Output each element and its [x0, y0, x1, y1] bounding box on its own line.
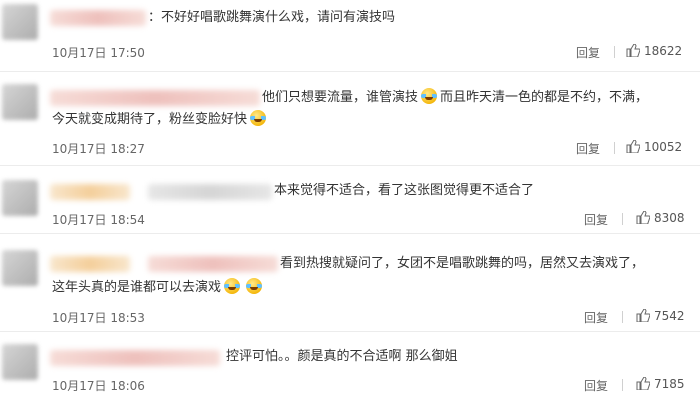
like-button[interactable]: 7542 [636, 309, 685, 323]
comment-text: 看到热搜就疑问了，女团不是唱歌跳舞的吗，居然又去演戏了， [280, 256, 645, 271]
avatar[interactable] [2, 84, 38, 120]
comment-text-line2: 这年头真的是谁都可以去演戏 [52, 278, 265, 298]
like-count: 18622 [644, 44, 683, 58]
comment-time: 10月17日 17:50 [52, 46, 145, 60]
comment-text-part: 今天就变成期待了，粉丝变脸好快 [52, 112, 248, 127]
username-blurred[interactable] [50, 90, 260, 106]
like-count: 7542 [654, 309, 685, 323]
like-button[interactable]: 18622 [626, 44, 682, 58]
comment-time: 10月17日 18:27 [52, 142, 145, 156]
divider [622, 311, 623, 323]
like-count: 7185 [654, 377, 685, 391]
comment-text-part: 他们只想要流量，谁管演技 [262, 90, 419, 105]
username-blurred[interactable] [148, 256, 278, 272]
comment-text: 本来觉得不适合，看了这张图觉得更不适合了 [274, 183, 535, 198]
divider [622, 379, 623, 391]
laughing-tears-emoji-icon [421, 88, 438, 104]
avatar[interactable] [2, 4, 38, 40]
thumbs-up-icon [636, 377, 650, 390]
avatar[interactable] [2, 180, 38, 216]
like-button[interactable]: 8308 [636, 211, 685, 225]
reply-button[interactable]: 回复 [584, 377, 608, 394]
thumbs-up-icon [636, 211, 650, 224]
like-button[interactable]: 7185 [636, 377, 685, 391]
comment-text-line2: 今天就变成期待了，粉丝变脸好快 [52, 110, 269, 130]
laughing-tears-emoji-icon [250, 110, 267, 126]
comment-item: 本来觉得不适合，看了这张图觉得更不适合了 10月17日 18:54 回复 830… [0, 166, 700, 234]
username-blurred[interactable] [50, 256, 130, 272]
avatar[interactable] [2, 250, 38, 286]
reply-button[interactable]: 回复 [584, 309, 608, 326]
comment-time: 10月17日 18:54 [52, 213, 145, 227]
like-count: 10052 [644, 140, 683, 154]
comment-item: 他们只想要流量，谁管演技 而且昨天清一色的都是不约，不满， 今天就变成期待了，粉丝… [0, 72, 700, 166]
comment-item: 控评可怕。。颜是真的不合适啊 那么御姐 10月17日 18:06 回复 7185 [0, 332, 700, 405]
divider [614, 46, 615, 58]
comment-text-part: 这年头真的是谁都可以去演戏 [52, 280, 222, 295]
comment-text: 他们只想要流量，谁管演技 而且昨天清一色的都是不约，不满， [262, 88, 648, 108]
divider [614, 142, 615, 154]
comment-text-part: 而且昨天清一色的都是不约，不满， [440, 90, 649, 105]
like-count: 8308 [654, 211, 685, 225]
avatar[interactable] [2, 344, 38, 380]
divider [622, 213, 623, 225]
comment-text: 控评可怕。。颜是真的不合适啊 那么御姐 [226, 349, 458, 364]
comment-time: 10月17日 18:06 [52, 379, 145, 393]
username-blurred[interactable] [148, 184, 272, 200]
thumbs-up-icon [626, 140, 640, 153]
reply-button[interactable]: 回复 [584, 211, 608, 228]
username-blurred[interactable] [50, 10, 146, 26]
reply-button[interactable]: 回复 [576, 140, 600, 157]
thumbs-up-icon [636, 309, 650, 322]
comment-item: 看到热搜就疑问了，女团不是唱歌跳舞的吗，居然又去演戏了， 这年头真的是谁都可以去… [0, 234, 700, 332]
like-button[interactable]: 10052 [626, 140, 682, 154]
username-blurred[interactable] [50, 350, 220, 366]
thumbs-up-icon [626, 44, 640, 57]
reply-button[interactable]: 回复 [576, 44, 600, 61]
laughing-tears-emoji-icon [224, 278, 241, 294]
comment-item: ：不好好唱歌跳舞演什么戏，请问有演技吗 10月17日 17:50 回复 1862… [0, 0, 700, 72]
comment-text: ：不好好唱歌跳舞演什么戏，请问有演技吗 [148, 10, 396, 25]
username-blurred[interactable] [50, 184, 130, 200]
laughing-tears-emoji-icon [246, 278, 263, 294]
comment-time: 10月17日 18:53 [52, 311, 145, 325]
